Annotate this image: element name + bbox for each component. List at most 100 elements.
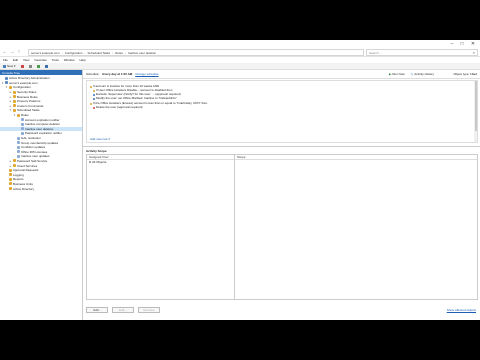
refresh-button[interactable]: [36, 64, 40, 68]
tree-node-label: Inactive user deletion: [25, 126, 54, 131]
expand-toggle-icon[interactable]: ▸: [9, 164, 12, 168]
breadcrumb-item[interactable]: Inactive user deletion: [128, 51, 156, 55]
tree-node-label: Business Units: [13, 181, 33, 186]
up-arrow-icon[interactable]: ↑: [16, 49, 22, 55]
help-button[interactable]: [44, 64, 48, 68]
tree-node[interactable]: Active Directory: [0, 186, 82, 191]
menu-help[interactable]: Help: [80, 58, 86, 62]
scrollbar-thumb[interactable]: [474, 81, 477, 131]
expand-toggle-icon[interactable]: ▸: [9, 104, 12, 108]
properties-button[interactable]: [28, 64, 32, 68]
menu-tools[interactable]: Tools: [52, 58, 59, 62]
remove-button[interactable]: Remove: [138, 307, 160, 313]
search-input[interactable]: Search ... ⌕: [366, 49, 478, 56]
change-schedule-link[interactable]: Change schedule: [135, 72, 158, 76]
folder-icon: [9, 177, 12, 181]
rule-actions: ▶ Run Now ◷ Activity History: [389, 72, 434, 76]
folder-icon: [9, 182, 12, 186]
folder-icon: [17, 150, 20, 154]
condition-icon: [90, 102, 92, 105]
app-window: – □ ✕ ← → ↑ server1.example.com › Configu…: [0, 40, 480, 320]
expand-toggle-icon[interactable]: ▸: [9, 99, 12, 103]
expand-toggle-icon[interactable]: ▾: [9, 108, 12, 112]
chevron-down-icon: ▾: [14, 64, 16, 68]
breadcrumb-item[interactable]: Configuration: [65, 51, 83, 55]
play-icon: ▶: [389, 72, 392, 76]
address-bar: ← → ↑ server1.example.com › Configuration…: [0, 48, 480, 57]
breadcrumb-separator-icon: ›: [84, 50, 86, 55]
activity-scope-title: Activity Scope: [86, 148, 107, 153]
new-button-label: New: [7, 64, 14, 68]
help-icon: [44, 64, 48, 68]
tree-node-label: Active Directory Administration: [9, 76, 50, 81]
breadcrumb-item[interactable]: server1.example.com: [31, 51, 60, 55]
folder-icon: [5, 81, 8, 85]
search-placeholder: Search ...: [369, 50, 382, 55]
activity-history-button[interactable]: ◷ Activity History: [411, 72, 434, 76]
tree-node-label: Property Patterns: [17, 99, 41, 104]
tree-node-label: Approval Requests: [13, 168, 39, 173]
folder-icon: [17, 154, 20, 158]
table-row[interactable]: All Objects: [87, 160, 234, 164]
breadcrumb-item[interactable]: Scheduled Tasks: [88, 51, 111, 55]
add-rule-link[interactable]: Add new rule ▾: [90, 137, 110, 141]
menu-window[interactable]: Window: [64, 58, 75, 62]
tree-node-label: Group membership updates: [21, 140, 59, 145]
edit-button[interactable]: Edit...: [112, 307, 134, 313]
schedule-label: Schedule:: [86, 72, 100, 76]
scope-header[interactable]: Scope: [235, 155, 477, 160]
panel-splitter[interactable]: [83, 146, 480, 147]
all-objects-icon: [89, 161, 91, 163]
new-icon: [3, 64, 6, 68]
minimize-icon[interactable]: –: [448, 41, 456, 47]
tree-node-label: Security Roles: [17, 90, 37, 95]
rule-line-text: Modify the user: set Office Manfied: Ina…: [96, 96, 177, 100]
rule-action-line[interactable]: Delete the user (approval required): [93, 105, 143, 109]
expand-toggle-icon[interactable]: ▸: [9, 95, 12, 99]
folder-icon: [21, 131, 24, 135]
tree-node-label: Scheduled Tasks: [17, 108, 40, 113]
close-icon[interactable]: ✕: [469, 41, 477, 47]
tree-node-label: Password Self-Service: [17, 158, 48, 163]
show-affected-objects-link[interactable]: Show affected objects: [447, 308, 476, 312]
menu-view[interactable]: View: [23, 58, 29, 62]
properties-icon: [28, 64, 32, 68]
folder-icon: [5, 76, 8, 80]
history-icon: ◷: [410, 72, 414, 76]
schedule-value: Every day at 1:00 AM: [102, 72, 133, 76]
search-icon[interactable]: ⌕: [473, 50, 475, 55]
run-now-button[interactable]: ▶ Run Now: [389, 72, 405, 76]
refresh-icon: [36, 64, 40, 68]
rule-details-panel: Schedule: Every day at 1:00 AM Change sc…: [83, 70, 480, 320]
folder-icon: [9, 85, 12, 89]
menu-edit[interactable]: Edit: [13, 58, 18, 62]
menu-file[interactable]: File: [3, 58, 8, 62]
rule-action-line[interactable]: Modify the user: set Office Manfied: Ina…: [93, 96, 177, 100]
expand-toggle-icon[interactable]: ▾: [1, 81, 4, 85]
breadcrumb[interactable]: server1.example.com › Configuration › Sche…: [28, 49, 364, 56]
back-arrow-icon[interactable]: ←: [2, 49, 8, 55]
expand-toggle-icon[interactable]: ▾: [5, 85, 8, 89]
maximize-icon[interactable]: □: [458, 41, 466, 47]
activity-scope-section: Activity Scope Assigned Over All Objects…: [86, 148, 478, 300]
object-type: Object type: User: [453, 72, 477, 76]
folder-icon: [17, 136, 20, 140]
add-button[interactable]: Add...: [86, 307, 108, 313]
expand-toggle-icon[interactable]: ▸: [9, 90, 12, 94]
folder-icon: [17, 113, 20, 117]
breadcrumb-item[interactable]: Rules: [115, 51, 123, 55]
new-button[interactable]: New ▾: [3, 64, 16, 68]
schedule-bar: Schedule: Every day at 1:00 AM Change sc…: [86, 72, 159, 76]
folder-icon: [17, 145, 20, 149]
delete-button[interactable]: [20, 64, 24, 68]
toolbar: New ▾: [0, 63, 480, 70]
menu-favorites[interactable]: Favorites: [34, 58, 46, 62]
expand-toggle-icon[interactable]: ▾: [13, 113, 16, 117]
rule-line-text: Delete the user (approval required): [96, 105, 143, 109]
expand-toggle-icon[interactable]: ▸: [9, 159, 12, 163]
action-icon: [93, 93, 95, 96]
forward-arrow-icon[interactable]: →: [9, 49, 15, 55]
rules-scrollbar[interactable]: [474, 81, 477, 142]
folder-icon: [13, 108, 16, 112]
delete-action-icon: [93, 106, 95, 109]
